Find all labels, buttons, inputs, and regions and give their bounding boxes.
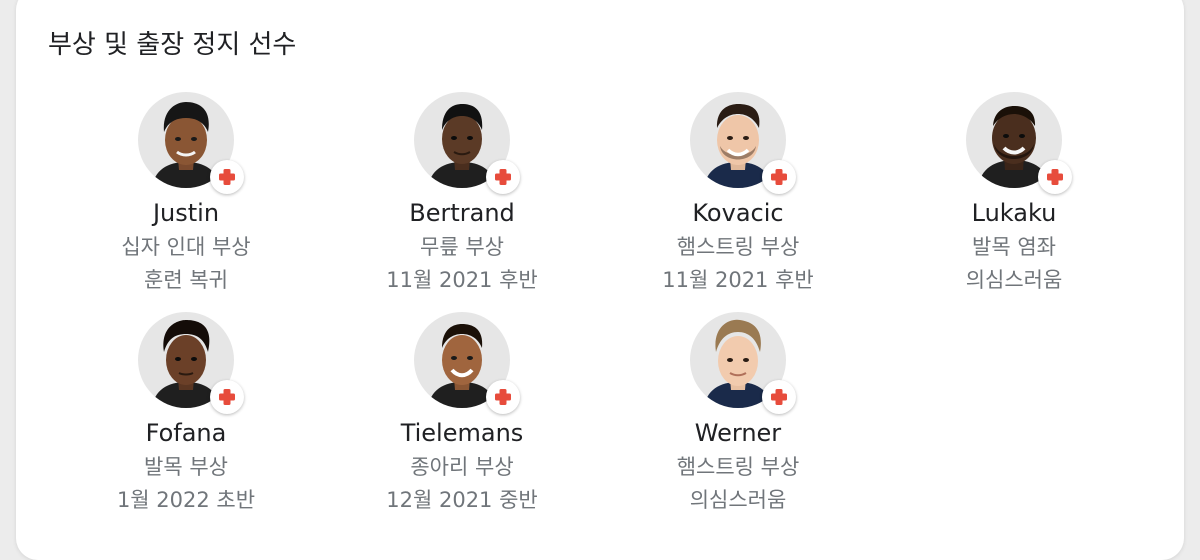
player-name: Fofana: [145, 419, 227, 447]
avatar-container: [414, 92, 520, 194]
injury-type: 발목 부상: [144, 455, 228, 479]
injury-badge: [1038, 160, 1072, 194]
avatar-container: [414, 312, 520, 414]
player-card-werner[interactable]: Werner 햄스트링 부상 의심스러움: [600, 312, 876, 522]
injury-type: 발목 염좌: [972, 235, 1056, 259]
injury-badge: [762, 380, 796, 414]
return-status: 11월 2021 후반: [662, 268, 814, 292]
player-name: Justin: [152, 199, 220, 227]
injury-type: 햄스트링 부상: [676, 455, 800, 479]
player-card-bertrand[interactable]: Bertrand 무릎 부상 11월 2021 후반: [324, 92, 600, 302]
return-status: 12월 2021 중반: [386, 488, 538, 512]
return-status: 훈련 복귀: [144, 268, 228, 292]
medical-cross-icon: [495, 389, 511, 405]
player-name: Tielemans: [400, 419, 524, 447]
medical-cross-icon: [495, 169, 511, 185]
section-title: 부상 및 출장 정지 선수: [48, 30, 297, 60]
player-name: Kovacic: [692, 199, 784, 227]
injury-type: 종아리 부상: [410, 455, 514, 479]
injury-badge: [210, 380, 244, 414]
avatar-container: [690, 92, 796, 194]
medical-cross-icon: [771, 169, 787, 185]
player-card-justin[interactable]: Justin 십자 인대 부상 훈련 복귀: [48, 92, 324, 302]
medical-cross-icon: [219, 169, 235, 185]
injury-type: 십자 인대 부상: [121, 235, 251, 259]
avatar-container: [690, 312, 796, 414]
avatar-container: [138, 312, 244, 414]
player-name: Werner: [694, 419, 782, 447]
player-card-lukaku[interactable]: Lukaku 발목 염좌 의심스러움: [876, 92, 1152, 302]
player-card-kovacic[interactable]: Kovacic 햄스트링 부상 11월 2021 후반: [600, 92, 876, 302]
injury-type: 햄스트링 부상: [676, 235, 800, 259]
player-name: Lukaku: [971, 199, 1057, 227]
medical-cross-icon: [771, 389, 787, 405]
avatar-container: [138, 92, 244, 194]
medical-cross-icon: [219, 389, 235, 405]
return-status: 1월 2022 초반: [116, 488, 256, 512]
player-card-fofana[interactable]: Fofana 발목 부상 1월 2022 초반: [48, 312, 324, 522]
injury-badge: [486, 160, 520, 194]
return-status: 의심스러움: [965, 268, 1063, 292]
player-card-tielemans[interactable]: Tielemans 종아리 부상 12월 2021 중반: [324, 312, 600, 522]
injury-badge: [486, 380, 520, 414]
medical-cross-icon: [1047, 169, 1063, 185]
avatar-container: [966, 92, 1072, 194]
injury-type: 무릎 부상: [420, 235, 504, 259]
return-status: 의심스러움: [689, 488, 787, 512]
return-status: 11월 2021 후반: [386, 268, 538, 292]
injury-badge: [762, 160, 796, 194]
player-name: Bertrand: [409, 199, 515, 227]
injury-badge: [210, 160, 244, 194]
